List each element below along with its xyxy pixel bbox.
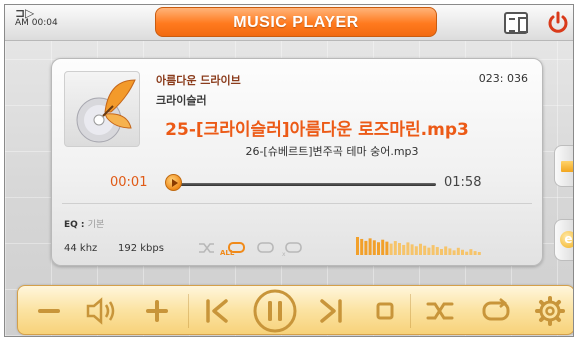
shuffle-mode-icon xyxy=(199,243,214,253)
repeat-button[interactable] xyxy=(478,292,514,330)
volume-up-icon xyxy=(146,300,168,322)
spectrum-bar xyxy=(372,240,376,255)
spectrum-bar xyxy=(364,240,368,255)
status-area: ⊐▷ AM 00:04 xyxy=(15,6,58,28)
spectrum-bar xyxy=(406,242,410,255)
spectrum-visualizer xyxy=(356,237,481,255)
mute-button[interactable] xyxy=(82,292,122,330)
spectrum-bar xyxy=(393,241,397,255)
progress-bar[interactable] xyxy=(172,183,436,186)
spectrum-bar xyxy=(381,239,385,255)
list-view-icon[interactable] xyxy=(504,12,528,34)
top-bar: ⊐▷ AM 00:04 MUSIC PLAYER xyxy=(5,5,573,41)
spectrum-bar xyxy=(360,238,364,255)
pause-icon xyxy=(253,289,297,333)
stop-button[interactable] xyxy=(370,292,400,330)
now-playing-card: 아름다운 드라이브 크라이슬러 023: 036 25-[크라이슬러]아름다운 … xyxy=(51,58,543,266)
pause-button[interactable] xyxy=(252,288,298,333)
spectrum-bar xyxy=(419,243,422,255)
spectrum-bar xyxy=(410,244,414,255)
eq-setting: EQ : 기본 xyxy=(64,217,104,230)
volume-down-button[interactable] xyxy=(34,292,64,330)
spectrum-bar xyxy=(398,243,401,255)
spectrum-bar xyxy=(356,237,359,255)
folder-icon[interactable] xyxy=(554,145,573,187)
clock-text: AM 00:04 xyxy=(15,18,58,28)
sample-rate: 44 khz xyxy=(64,243,98,254)
explorer-icon[interactable] xyxy=(554,219,573,261)
play-mode-indicators: ALL x xyxy=(198,239,314,258)
power-icon[interactable] xyxy=(546,11,570,33)
previous-button[interactable] xyxy=(200,292,234,330)
spectrum-bar xyxy=(465,251,469,255)
separator xyxy=(410,294,411,328)
spectrum-bar xyxy=(456,247,460,255)
repeat-off-icon: x xyxy=(282,242,302,258)
progress-knob[interactable] xyxy=(164,174,182,191)
spectrum-bar xyxy=(440,249,443,255)
spectrum-bar xyxy=(452,250,456,255)
spectrum-bar xyxy=(414,246,418,255)
next-icon xyxy=(320,299,342,323)
battery-icon: ⊐▷ xyxy=(15,6,35,20)
stop-icon xyxy=(376,302,394,320)
spectrum-bar xyxy=(423,245,427,255)
total-time: 01:58 xyxy=(444,175,482,190)
settings-button[interactable] xyxy=(532,292,568,330)
next-song-title: 26-[슈베르트]변주곡 테마 숭어.mp3 xyxy=(245,145,419,158)
spectrum-bar xyxy=(385,241,389,255)
artist-name: 크라이슬러 xyxy=(156,94,207,107)
control-bar xyxy=(17,285,573,335)
repeat-all-label: ALL xyxy=(220,249,235,257)
spectrum-bar xyxy=(402,244,406,255)
divider xyxy=(62,203,532,204)
previous-icon xyxy=(206,299,228,323)
next-button[interactable] xyxy=(314,292,348,330)
spectrum-bar xyxy=(444,246,448,255)
volume-down-icon xyxy=(38,309,60,313)
spectrum-bar xyxy=(368,238,372,255)
eq-label: EQ : xyxy=(64,220,85,230)
spectrum-bar xyxy=(435,247,439,255)
current-song-title: 25-[크라이슬러]아름다운 로즈마린.mp3 xyxy=(165,120,469,140)
volume-up-button[interactable] xyxy=(142,292,172,330)
spectrum-bar xyxy=(377,242,380,255)
shuffle-button[interactable] xyxy=(422,292,458,330)
track-counter: 023: 036 xyxy=(478,72,528,85)
separator xyxy=(188,294,189,328)
eq-value: 기본 xyxy=(87,220,105,230)
svg-text:x: x xyxy=(282,251,286,257)
music-player-screen: ⊐▷ AM 00:04 MUSIC PLAYER 아름다운 드라이브 크라이슬러 xyxy=(4,4,574,337)
bitrate: 192 kbps xyxy=(118,243,164,254)
spectrum-bar xyxy=(461,249,464,255)
spectrum-bar xyxy=(389,243,393,255)
speaker-icon xyxy=(86,297,115,325)
album-title: 아름다운 드라이브 xyxy=(156,74,241,87)
spectrum-bar xyxy=(473,251,477,255)
repeat-all-icon xyxy=(228,242,245,253)
spectrum-bar xyxy=(448,248,452,255)
elapsed-time: 00:01 xyxy=(110,175,148,190)
spectrum-bar xyxy=(431,245,435,255)
spectrum-bar xyxy=(469,249,473,255)
spectrum-bar xyxy=(427,247,431,255)
page-title: MUSIC PLAYER xyxy=(155,7,437,37)
repeat-icon xyxy=(482,298,510,321)
repeat-one-icon xyxy=(257,242,274,253)
settings-icon xyxy=(535,296,565,326)
spectrum-bar xyxy=(477,252,481,255)
shuffle-icon xyxy=(426,302,454,320)
